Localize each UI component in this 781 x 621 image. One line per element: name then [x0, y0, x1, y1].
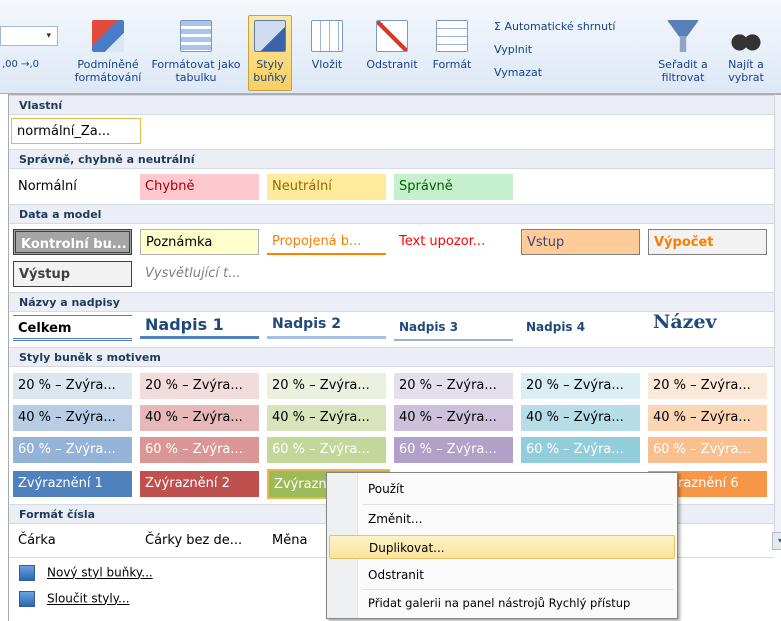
- style-40-accent-5[interactable]: 40 % – Zvýra...: [521, 405, 640, 431]
- style-comma-0[interactable]: Čárky bez de...: [140, 528, 259, 554]
- format-button[interactable]: Formát: [426, 20, 478, 71]
- gallery-more-button[interactable]: ▾: [772, 532, 781, 550]
- delete-button[interactable]: Odstranit: [360, 20, 424, 71]
- conditional-formatting-label: Podmíněné formátování: [74, 58, 142, 84]
- style-neutral[interactable]: Neutrální: [267, 174, 386, 200]
- new-cell-style-item[interactable]: Nový styl buňky...: [19, 565, 153, 581]
- style-60-accent-3[interactable]: 60 % – Zvýra...: [267, 437, 386, 463]
- conditional-formatting-button[interactable]: Podmíněné formátování: [72, 20, 144, 84]
- sort-filter-label: Seřadit a filtrovat: [658, 58, 708, 84]
- style-warning-text[interactable]: Text upozor...: [394, 229, 513, 255]
- style-40-accent-6[interactable]: 40 % – Zvýra...: [648, 405, 767, 431]
- format-as-table-button[interactable]: Formátovat jako tabulku: [150, 20, 242, 84]
- section-themed-styles: Styly buněk s motivem: [9, 347, 774, 367]
- style-20-accent-4[interactable]: 20 % – Zvýra...: [394, 373, 513, 399]
- menu-separator: [363, 589, 673, 590]
- style-40-accent-2[interactable]: 40 % – Zvýra...: [140, 405, 259, 431]
- merge-styles-icon: [19, 591, 35, 607]
- section-custom: Vlastní: [9, 95, 774, 115]
- style-comma[interactable]: Čárka: [13, 528, 132, 554]
- clear-button[interactable]: Vymazat: [494, 66, 542, 79]
- style-heading-3[interactable]: Nadpis 3: [394, 315, 513, 341]
- menu-item-add-to-quick-access[interactable]: Přidat galerii na panel nástrojů Rychlý …: [329, 591, 675, 615]
- menu-separator: [363, 504, 673, 505]
- menu-item-delete[interactable]: Odstranit: [329, 563, 675, 587]
- style-custom-normal-za[interactable]: normální_Za...: [11, 118, 141, 144]
- style-20-accent-3[interactable]: 20 % – Zvýra...: [267, 373, 386, 399]
- style-60-accent-4[interactable]: 60 % – Zvýra...: [394, 437, 513, 463]
- cell-styles-button[interactable]: Styly buňky: [248, 15, 292, 91]
- style-60-accent-1[interactable]: 60 % – Zvýra...: [13, 437, 132, 463]
- decimal-buttons[interactable]: ,00 →,0: [2, 59, 39, 70]
- style-60-accent-6[interactable]: 60 % – Zvýra...: [648, 437, 767, 463]
- style-output[interactable]: Výstup: [13, 261, 132, 287]
- style-40-accent-1[interactable]: 40 % – Zvýra...: [13, 405, 132, 431]
- autosum-button[interactable]: Σ Automatické shrnutí: [494, 20, 615, 33]
- number-format-combo[interactable]: ▾: [0, 26, 58, 46]
- style-total[interactable]: Celkem: [13, 315, 132, 341]
- context-menu: Použít Změnit... Duplikovat... Odstranit…: [326, 472, 678, 619]
- insert-label: Vložit: [311, 58, 343, 71]
- format-as-table-icon: [180, 20, 212, 52]
- style-60-accent-5[interactable]: 60 % – Zvýra...: [521, 437, 640, 463]
- style-20-accent-2[interactable]: 20 % – Zvýra...: [140, 373, 259, 399]
- style-accent-2[interactable]: Zvýraznění 2: [140, 471, 259, 497]
- find-select-button[interactable]: Najít a vybrat: [716, 20, 776, 84]
- ribbon: ▾ ,00 →,0 Podmíněné formátování Formátov…: [0, 0, 781, 94]
- format-label: Formát: [432, 58, 472, 71]
- style-accent-1[interactable]: Zvýraznění 1: [13, 471, 132, 497]
- style-40-accent-4[interactable]: 40 % – Zvýra...: [394, 405, 513, 431]
- style-20-accent-1[interactable]: 20 % – Zvýra...: [13, 373, 132, 399]
- format-icon: [436, 20, 468, 52]
- style-note[interactable]: Poznámka: [140, 229, 259, 255]
- section-good-bad-neutral: Správně, chybně a neutrální: [9, 149, 774, 169]
- menu-item-apply[interactable]: Použít: [329, 477, 675, 501]
- fill-button[interactable]: Vyplnit: [494, 43, 532, 56]
- style-20-accent-6[interactable]: 20 % – Zvýra...: [648, 373, 767, 399]
- merge-styles-label: Sloučit styly...: [47, 591, 130, 606]
- style-bad[interactable]: Chybně: [140, 174, 259, 200]
- style-heading-4[interactable]: Nadpis 4: [521, 315, 640, 341]
- menu-item-duplicate[interactable]: Duplikovat...: [329, 535, 675, 559]
- style-currency[interactable]: Měna: [267, 528, 335, 554]
- chevron-down-icon: ▾: [46, 31, 51, 41]
- cell-styles-icon: [254, 20, 286, 52]
- find-select-label: Najít a vybrat: [728, 58, 764, 84]
- gallery-scrollbar[interactable]: [774, 95, 781, 535]
- menu-item-modify[interactable]: Změnit...: [329, 507, 675, 531]
- insert-icon: [311, 20, 343, 52]
- new-cell-style-label: Nový styl buňky...: [47, 565, 153, 580]
- sort-filter-icon: [667, 20, 699, 52]
- style-20-accent-5[interactable]: 20 % – Zvýra...: [521, 373, 640, 399]
- sort-filter-button[interactable]: Seřadit a filtrovat: [654, 20, 712, 84]
- style-input[interactable]: Vstup: [521, 229, 640, 255]
- delete-label: Odstranit: [366, 58, 418, 71]
- style-calculation[interactable]: Výpočet: [648, 229, 767, 255]
- section-data-model: Data a model: [9, 204, 774, 224]
- style-40-accent-3[interactable]: 40 % – Zvýra...: [267, 405, 386, 431]
- delete-icon: [376, 20, 408, 52]
- insert-button[interactable]: Vložit: [300, 20, 354, 71]
- style-linked-cell[interactable]: Propojená b...: [267, 229, 386, 255]
- conditional-formatting-icon: [92, 20, 124, 52]
- style-heading-1[interactable]: Nadpis 1: [140, 313, 259, 339]
- cell-styles-label: Styly buňky: [253, 58, 287, 84]
- style-good[interactable]: Správně: [394, 174, 513, 200]
- binoculars-icon: [730, 20, 762, 52]
- style-title[interactable]: Název: [648, 309, 767, 335]
- merge-styles-item[interactable]: Sloučit styly...: [19, 591, 130, 607]
- style-heading-2[interactable]: Nadpis 2: [267, 313, 386, 339]
- style-normal[interactable]: Normální: [13, 174, 132, 200]
- style-explanatory[interactable]: Vysvětlující t...: [140, 261, 259, 287]
- style-check-cell[interactable]: Kontrolní bu...: [13, 229, 132, 255]
- style-60-accent-2[interactable]: 60 % – Zvýra...: [140, 437, 259, 463]
- new-style-icon: [19, 565, 35, 581]
- format-as-table-label: Formátovat jako tabulku: [151, 58, 241, 84]
